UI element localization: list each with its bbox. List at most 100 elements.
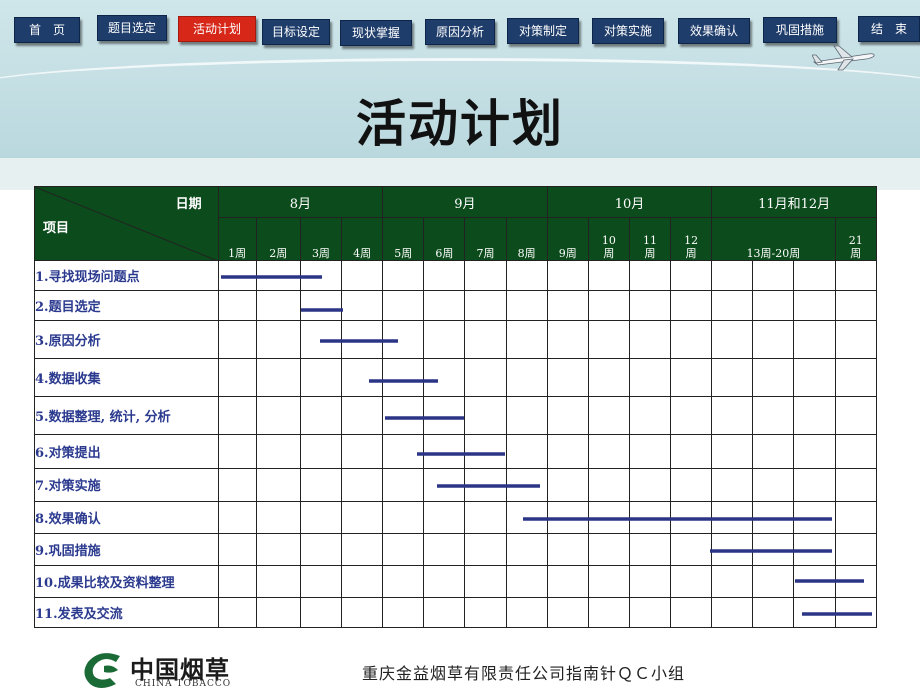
nav-activity-plan-button[interactable]: 活动计划: [178, 16, 256, 42]
schedule-cell: [340, 259, 384, 292]
week-header: 6周: [423, 217, 466, 261]
task-label: 11.发表及交流: [34, 596, 219, 629]
schedule-cell: [505, 320, 548, 360]
schedule-cell: [628, 358, 672, 398]
schedule-cell: [255, 564, 301, 598]
nav-implementation-button[interactable]: 对策实施: [592, 18, 664, 44]
schedule-cell: [382, 290, 425, 322]
schedule-cell: [464, 434, 507, 469]
nav-cause-analysis-button[interactable]: 原因分析: [425, 19, 495, 45]
schedule-cell: [711, 434, 754, 469]
schedule-cell: [546, 434, 589, 469]
schedule-cell: [834, 434, 878, 469]
schedule-cell: [628, 596, 672, 629]
schedule-cell: [834, 467, 878, 502]
table-row: 6.对策提出: [34, 434, 878, 469]
schedule-cell: [382, 596, 425, 629]
nav-topic-selection-button[interactable]: 题目选定: [97, 15, 167, 41]
schedule-cell: [340, 500, 384, 534]
month-header: 9月: [382, 186, 548, 218]
schedule-cell: [670, 434, 713, 469]
nav-end-button[interactable]: 结 束: [858, 16, 920, 42]
schedule-cell: [793, 434, 836, 469]
schedule-cell: [255, 396, 301, 436]
schedule-cell: [752, 259, 795, 292]
nav-goal-setting-button[interactable]: 目标设定: [262, 19, 330, 45]
schedule-cell: [752, 358, 795, 398]
schedule-cell: [793, 532, 836, 566]
schedule-cell: [382, 434, 425, 469]
schedule-cell: [382, 358, 425, 398]
schedule-cell: [711, 396, 754, 436]
table-row: 10.成果比较及资料整理: [34, 564, 878, 598]
schedule-cell: [340, 290, 384, 322]
schedule-cell: [255, 259, 301, 292]
schedule-cell: [423, 358, 466, 398]
schedule-cell: [587, 596, 630, 629]
schedule-cell: [299, 564, 343, 598]
schedule-cell: [793, 396, 836, 436]
week-header: 21 周: [834, 217, 878, 261]
schedule-cell: [255, 290, 301, 322]
task-label: 7.对策实施: [34, 467, 219, 502]
schedule-cell: [711, 358, 754, 398]
schedule-cell: [546, 320, 589, 360]
schedule-cell: [423, 564, 466, 598]
table-row: 2.题目选定: [34, 290, 878, 322]
schedule-cell: [340, 358, 384, 398]
schedule-cell: [255, 500, 301, 534]
task-label: 9.巩固措施: [34, 532, 219, 566]
schedule-cell: [299, 358, 343, 398]
nav-current-status-button[interactable]: 现状掌握: [340, 20, 412, 46]
schedule-cell: [834, 358, 878, 398]
schedule-cell: [382, 259, 425, 292]
schedule-cell: [423, 467, 466, 502]
table-row: 7.对策实施: [34, 467, 878, 502]
schedule-cell: [299, 467, 343, 502]
page-title: 活动计划: [356, 94, 564, 153]
schedule-cell: [834, 320, 878, 360]
schedule-cell: [670, 596, 713, 629]
schedule-cell: [217, 564, 257, 598]
table-row: 3.原因分析: [34, 320, 878, 360]
schedule-cell: [382, 467, 425, 502]
schedule-cell: [793, 596, 836, 629]
schedule-cell: [628, 259, 672, 292]
schedule-cell: [423, 290, 466, 322]
schedule-cell: [255, 434, 301, 469]
task-label: 2.题目选定: [34, 290, 219, 322]
schedule-cell: [217, 467, 257, 502]
table-row: 9.巩固措施: [34, 532, 878, 566]
schedule-cell: [587, 259, 630, 292]
table-row: 1.寻找现场问题点: [34, 259, 878, 292]
schedule-cell: [299, 500, 343, 534]
schedule-cell: [255, 358, 301, 398]
schedule-cell: [670, 532, 713, 566]
schedule-cell: [423, 259, 466, 292]
nav-effect-check-button[interactable]: 效果确认: [678, 18, 750, 44]
schedule-cell: [793, 358, 836, 398]
nav-consolidation-button[interactable]: 巩固措施: [763, 17, 837, 43]
schedule-cell: [628, 467, 672, 502]
schedule-cell: [464, 358, 507, 398]
week-header: 9周: [546, 217, 589, 261]
schedule-cell: [587, 320, 630, 360]
schedule-cell: [834, 259, 878, 292]
schedule-cell: [217, 596, 257, 629]
schedule-cell: [423, 320, 466, 360]
table-row: 5.数据整理, 统计, 分析: [34, 396, 878, 436]
week-header: 11 周: [628, 217, 672, 261]
schedule-cell: [464, 532, 507, 566]
task-label: 8.效果确认: [34, 500, 219, 534]
nav-countermeasure-button[interactable]: 对策制定: [507, 18, 579, 44]
nav-home-button[interactable]: 首 页: [14, 17, 80, 43]
schedule-cell: [464, 596, 507, 629]
schedule-cell: [255, 596, 301, 629]
schedule-cell: [505, 564, 548, 598]
schedule-cell: [505, 532, 548, 566]
week-header: 2周: [255, 217, 301, 261]
schedule-cell: [587, 396, 630, 436]
week-header: 12 周: [670, 217, 713, 261]
schedule-cell: [299, 290, 343, 322]
corner-header: 日期 项目: [34, 186, 219, 261]
